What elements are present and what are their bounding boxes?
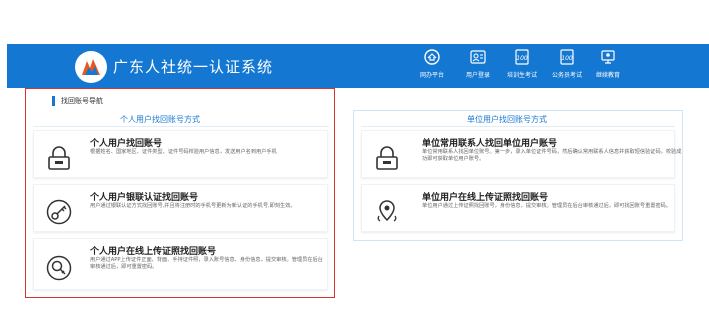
breadcrumb-marker [52, 96, 55, 106]
card-unit-contact[interactable]: 单位常用联系人找回单位用户账号 单位常用联系人找回单位账号。第一步，录入单位证件… [361, 130, 681, 178]
site-title: 广东人社统一认证系统 [113, 58, 274, 76]
card-description: 单位用户通过上传证照找回账号，身份信息，提交审核。管理员在后台审核通过后，即可找… [422, 203, 672, 209]
svg-text:100: 100 [561, 55, 573, 62]
breadcrumb: 找回账号导航 [52, 95, 103, 107]
nav-label: 用户登录 [465, 72, 490, 79]
lock-icon [376, 146, 398, 170]
card-description: 单位常用联系人找回单位账号。第一步，录入单位证件号码，然后确认常用联系人信息并获… [422, 149, 682, 162]
card-description: 用户通过APP上传证件正面、背面、手持证件照，录入账号信息、身份信息，提交审核。… [90, 257, 323, 270]
card-title: 单位常用联系人找回单位用户账号 [422, 139, 558, 149]
card-unit-upload[interactable]: 单位用户在线上传证照找回账号 单位用户通过上传证照找回账号，身份信息，提交审核。… [361, 184, 675, 232]
exam-icon: 100 [560, 49, 574, 65]
nav-item-user-login[interactable]: 用户登录 [462, 48, 494, 84]
education-icon [601, 50, 615, 64]
nav-label: 公务员考试 [551, 72, 582, 79]
page: 广东人社统一认证系统 网办平台 用户登录 100 培训生考试 100 公务员考试… [0, 0, 709, 318]
divider [33, 126, 329, 127]
card-title: 个人用户银联认证找回账号 [90, 193, 199, 203]
card-personal-recover[interactable]: 个人用户找回账号 根据姓名、国家地区、证件类型、证件号码校验用户信息，发送用户名… [33, 130, 328, 178]
card-title: 个人用户在线上传证照找回账号 [90, 247, 217, 257]
user-login-icon [470, 50, 486, 64]
nav-item-continuing-education[interactable]: 继续教育 [593, 48, 623, 84]
logo-icon [75, 51, 107, 83]
nav-item-trainee-exam[interactable]: 100 培训生考试 [504, 48, 540, 84]
nav-label: 网办平台 [419, 72, 444, 79]
nav-label: 继续教育 [595, 72, 620, 79]
breadcrumb-text: 找回账号导航 [61, 97, 103, 105]
card-description: 用户通过银联认证方式找回账号,并且将注册时的手机号更新为新认证的手机号,即刻生效… [90, 203, 296, 209]
card-title: 个人用户找回账号 [90, 139, 163, 149]
svg-text:100: 100 [516, 55, 528, 62]
nav-item-office-platform[interactable]: 网办平台 [417, 48, 447, 84]
card-personal-upload[interactable]: 个人用户在线上传证照找回账号 用户通过APP上传证件正面、背面、手持证件照，录入… [33, 238, 328, 290]
lock-icon [48, 146, 70, 170]
personal-section-title: 个人用户找回账号方式 [120, 115, 200, 124]
home-icon [424, 49, 440, 65]
card-personal-unionpay[interactable]: 个人用户银联认证找回账号 用户通过银联认证方式找回账号,并且将注册时的手机号更新… [33, 184, 328, 232]
nav-item-civil-exam[interactable]: 100 公务员考试 [549, 48, 585, 84]
exam-icon: 100 [515, 49, 529, 65]
search-key-icon [46, 255, 72, 281]
unit-section-title: 单位用户找回账号方式 [467, 115, 547, 124]
key-icon [46, 199, 72, 225]
card-title: 单位用户在线上传证照找回账号 [422, 193, 549, 203]
location-key-icon [377, 200, 397, 222]
card-description: 根据姓名、国家地区、证件类型、证件号码校验用户信息，发送用户名到用户手机 [90, 149, 277, 155]
divider [361, 126, 675, 127]
header-bar: 广东人社统一认证系统 网办平台 用户登录 100 培训生考试 100 公务员考试… [7, 44, 709, 88]
nav-label: 培训生考试 [506, 72, 537, 79]
